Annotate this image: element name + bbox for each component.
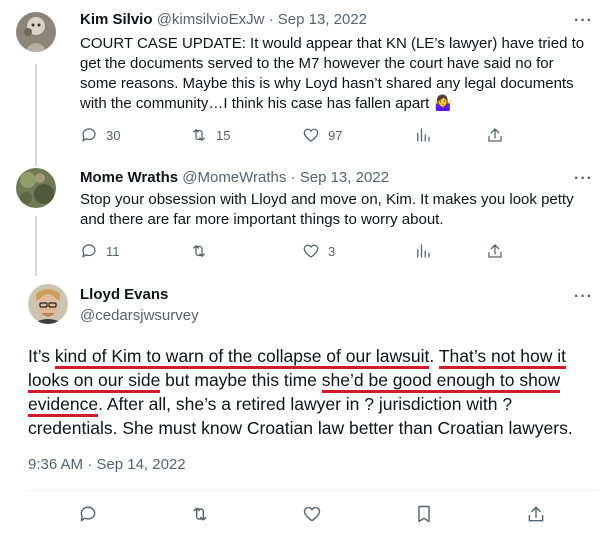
reply-button[interactable] bbox=[78, 504, 98, 524]
main-tweet-text: It’s kind of Kim to warn of the collapse… bbox=[28, 344, 588, 440]
more-options-icon[interactable]: ··· bbox=[574, 171, 593, 187]
display-name[interactable]: Mome Wraths bbox=[80, 169, 178, 186]
text-segment: . After all, she’s a retired lawyer in ?… bbox=[28, 394, 573, 438]
tweet-actions: 11 3 bbox=[80, 242, 590, 262]
avatar[interactable] bbox=[16, 168, 56, 208]
text-segment: . bbox=[429, 346, 439, 366]
share-button[interactable] bbox=[486, 242, 504, 260]
retweet-button[interactable] bbox=[190, 242, 216, 260]
like-button[interactable]: 3 bbox=[302, 242, 335, 260]
reply-icon bbox=[80, 506, 96, 522]
thread-line bbox=[35, 216, 37, 276]
tweet-text: Stop your obsession with Lloyd and move … bbox=[80, 191, 574, 228]
heart-icon bbox=[303, 244, 319, 258]
like-count: 3 bbox=[328, 243, 336, 259]
like-button[interactable]: 97 bbox=[302, 126, 342, 144]
separator-dot: · bbox=[268, 11, 274, 28]
retweet-button[interactable] bbox=[190, 504, 210, 524]
main-timestamp[interactable]: 9:36 AM · Sep 14, 2022 bbox=[28, 456, 186, 473]
like-count: 97 bbox=[328, 127, 343, 143]
tweet-header: Kim Silvio @kimsilvioExJw · Sep 13, 2022 bbox=[80, 10, 367, 30]
more-options-icon[interactable]: ··· bbox=[574, 289, 593, 305]
user-handle[interactable]: @kimsilvioExJw bbox=[157, 11, 265, 28]
analytics-icon bbox=[417, 244, 430, 258]
display-name[interactable]: Kim Silvio bbox=[80, 11, 153, 28]
heart-icon bbox=[303, 128, 319, 142]
like-button[interactable] bbox=[302, 504, 322, 524]
tweet-text: COURT CASE UPDATE: It would appear that … bbox=[80, 35, 585, 112]
avatar[interactable] bbox=[16, 12, 56, 52]
main-avatar[interactable] bbox=[28, 284, 68, 324]
tweet-actions: 30 15 97 bbox=[80, 126, 590, 146]
tweet-date[interactable]: Sep 13, 2022 bbox=[278, 11, 367, 28]
thread-line bbox=[35, 64, 37, 166]
bookmark-icon bbox=[418, 505, 430, 523]
reply-button[interactable]: 30 bbox=[80, 126, 120, 144]
analytics-icon bbox=[417, 128, 430, 142]
share-icon bbox=[528, 506, 544, 522]
underlined-phrase: kind of Kim to warn of the collapse of o… bbox=[54, 346, 430, 369]
retweet-icon bbox=[193, 507, 207, 521]
bookmark-button[interactable] bbox=[414, 504, 434, 524]
retweet-count: 15 bbox=[216, 127, 231, 143]
reply-count: 30 bbox=[106, 127, 121, 143]
retweet-button[interactable]: 15 bbox=[190, 126, 230, 144]
divider bbox=[28, 490, 598, 491]
retweet-icon bbox=[193, 245, 205, 257]
text-segment: but maybe this time bbox=[160, 370, 322, 390]
user-handle[interactable]: @MomeWraths bbox=[182, 169, 286, 186]
text-segment: It’s bbox=[28, 346, 55, 366]
heart-icon bbox=[303, 506, 321, 522]
share-button[interactable] bbox=[486, 126, 504, 144]
share-button[interactable] bbox=[526, 504, 546, 524]
reply-icon bbox=[82, 244, 96, 258]
reply-icon bbox=[82, 128, 96, 142]
more-options-icon[interactable]: ··· bbox=[574, 13, 593, 29]
tweet-header: Mome Wraths @MomeWraths · Sep 13, 2022 bbox=[80, 168, 389, 188]
share-icon bbox=[488, 128, 502, 142]
reply-button[interactable]: 11 bbox=[80, 242, 120, 260]
share-icon bbox=[488, 244, 502, 258]
main-display-name[interactable]: Lloyd Evans bbox=[80, 286, 168, 303]
main-user-handle[interactable]: @cedarsjwsurvey bbox=[80, 307, 199, 324]
tweet-date[interactable]: Sep 13, 2022 bbox=[300, 169, 389, 186]
reply-count: 11 bbox=[106, 243, 120, 259]
separator-dot: · bbox=[290, 169, 296, 186]
retweet-icon bbox=[193, 129, 205, 141]
main-tweet-actions bbox=[78, 504, 558, 524]
views-button[interactable] bbox=[414, 126, 432, 144]
views-button[interactable] bbox=[414, 242, 432, 260]
